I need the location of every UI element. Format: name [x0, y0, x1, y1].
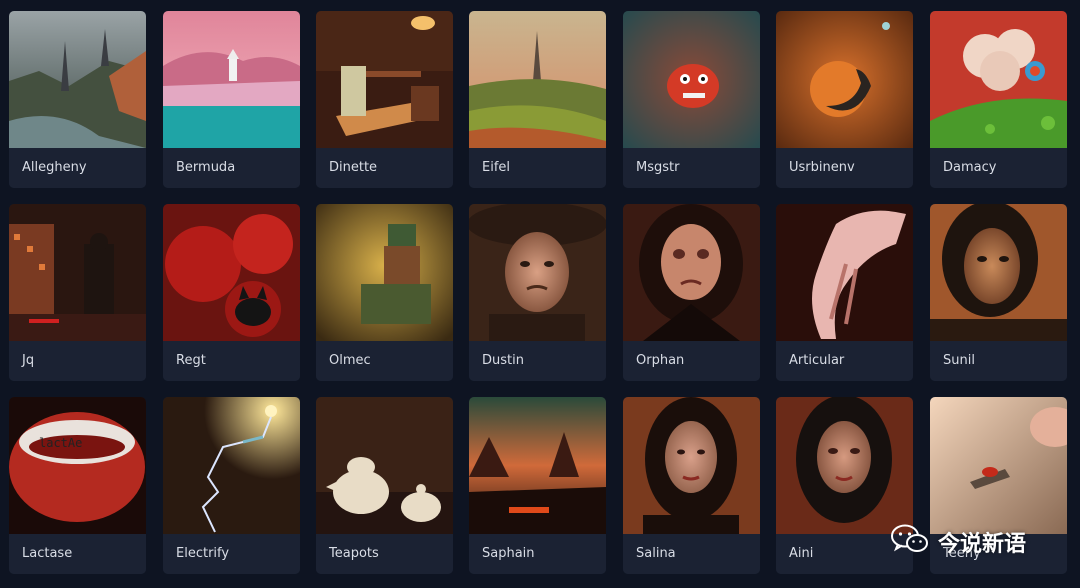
- red-poppies-cat-art[interactable]: [163, 204, 300, 341]
- watermark-text: 今说新语: [938, 532, 1027, 557]
- pink-island-coast-art[interactable]: [163, 11, 300, 148]
- gallery-card-label: Dustin: [469, 341, 606, 381]
- gallery-card-label: Regt: [163, 341, 300, 381]
- gallery-card-saphain[interactable]: Saphain: [469, 397, 606, 574]
- gallery-card-bermuda[interactable]: Bermuda: [163, 11, 300, 188]
- gallery-card-allegheny[interactable]: Allegheny: [9, 11, 146, 188]
- gallery-card-eifel[interactable]: Eifel: [469, 11, 606, 188]
- gallery-card-label: Msgstr: [623, 148, 760, 188]
- gallery-card-label: Olmec: [316, 341, 453, 381]
- gallery-card-regt[interactable]: Regt: [163, 204, 300, 381]
- gallery-card-label: Bermuda: [163, 148, 300, 188]
- gallery-card-label: Electrify: [163, 534, 300, 574]
- gallery-card-lactase[interactable]: lactAe Lactase: [9, 397, 146, 574]
- gallery-card-label: Eifel: [469, 148, 606, 188]
- man-with-hat-portrait-art[interactable]: [469, 204, 606, 341]
- crying-girl-portrait-art[interactable]: [623, 204, 760, 341]
- gothic-valley-art[interactable]: [9, 11, 146, 148]
- green-hill-cloud-art[interactable]: [930, 11, 1067, 148]
- tower-landscape-art[interactable]: [469, 11, 606, 148]
- woman-with-markings-portrait-art[interactable]: [623, 397, 760, 534]
- red-creature-art[interactable]: [623, 11, 760, 148]
- gallery-card-msgstr[interactable]: Msgstr: [623, 11, 760, 188]
- gallery-card-sunil[interactable]: Sunil: [930, 204, 1067, 381]
- gallery-card-label: Dinette: [316, 148, 453, 188]
- gallery-card-damacy[interactable]: Damacy: [930, 11, 1067, 188]
- gallery-card-label: Sunil: [930, 341, 1067, 381]
- gallery-card-label: Articular: [776, 341, 913, 381]
- wechat-icon: [890, 523, 930, 561]
- lightning-bulb-art[interactable]: [163, 397, 300, 534]
- gallery-card-teapots[interactable]: Teapots: [316, 397, 453, 574]
- red-cup-text-art[interactable]: lactAe: [9, 397, 146, 534]
- gallery-card-orphan[interactable]: Orphan: [623, 204, 760, 381]
- gallery-card-electrify[interactable]: Electrify: [163, 397, 300, 574]
- gallery-card-label: Usrbinenv: [776, 148, 913, 188]
- image-gallery-grid: Allegheny Bermuda Dinette Eifel Msgstr U…: [0, 0, 1080, 588]
- gallery-card-jq[interactable]: Jq: [9, 204, 146, 381]
- gallery-card-label: Damacy: [930, 148, 1067, 188]
- olmec-statue-art[interactable]: [316, 204, 453, 341]
- gallery-card-label: Allegheny: [9, 148, 146, 188]
- gallery-card-dinette[interactable]: Dinette: [316, 11, 453, 188]
- watermark: 今说新语: [890, 522, 1026, 562]
- dark-city-figure-art[interactable]: [9, 204, 146, 341]
- woman-with-dark-hair-portrait-art[interactable]: [776, 397, 913, 534]
- long-hair-man-portrait-art[interactable]: [930, 204, 1067, 341]
- bent-hand-art[interactable]: [776, 204, 913, 341]
- gallery-card-usrbinenv[interactable]: Usrbinenv: [776, 11, 913, 188]
- gallery-card-label: Orphan: [623, 341, 760, 381]
- tiny-creature-hand-art[interactable]: [930, 397, 1067, 534]
- red-temple-landscape-art[interactable]: [469, 397, 606, 534]
- gallery-card-salina[interactable]: Salina: [623, 397, 760, 574]
- gallery-card-label: Jq: [9, 341, 146, 381]
- gallery-card-label: Salina: [623, 534, 760, 574]
- gallery-card-dustin[interactable]: Dustin: [469, 204, 606, 381]
- gallery-card-olmec[interactable]: Olmec: [316, 204, 453, 381]
- svg-text:lactAe: lactAe: [39, 436, 82, 450]
- gallery-card-label: Saphain: [469, 534, 606, 574]
- gallery-card-label: Teapots: [316, 534, 453, 574]
- gallery-card-articular[interactable]: Articular: [776, 204, 913, 381]
- orange-planet-art[interactable]: [776, 11, 913, 148]
- white-teapots-art[interactable]: [316, 397, 453, 534]
- dining-chair-table-art[interactable]: [316, 11, 453, 148]
- gallery-card-label: Lactase: [9, 534, 146, 574]
